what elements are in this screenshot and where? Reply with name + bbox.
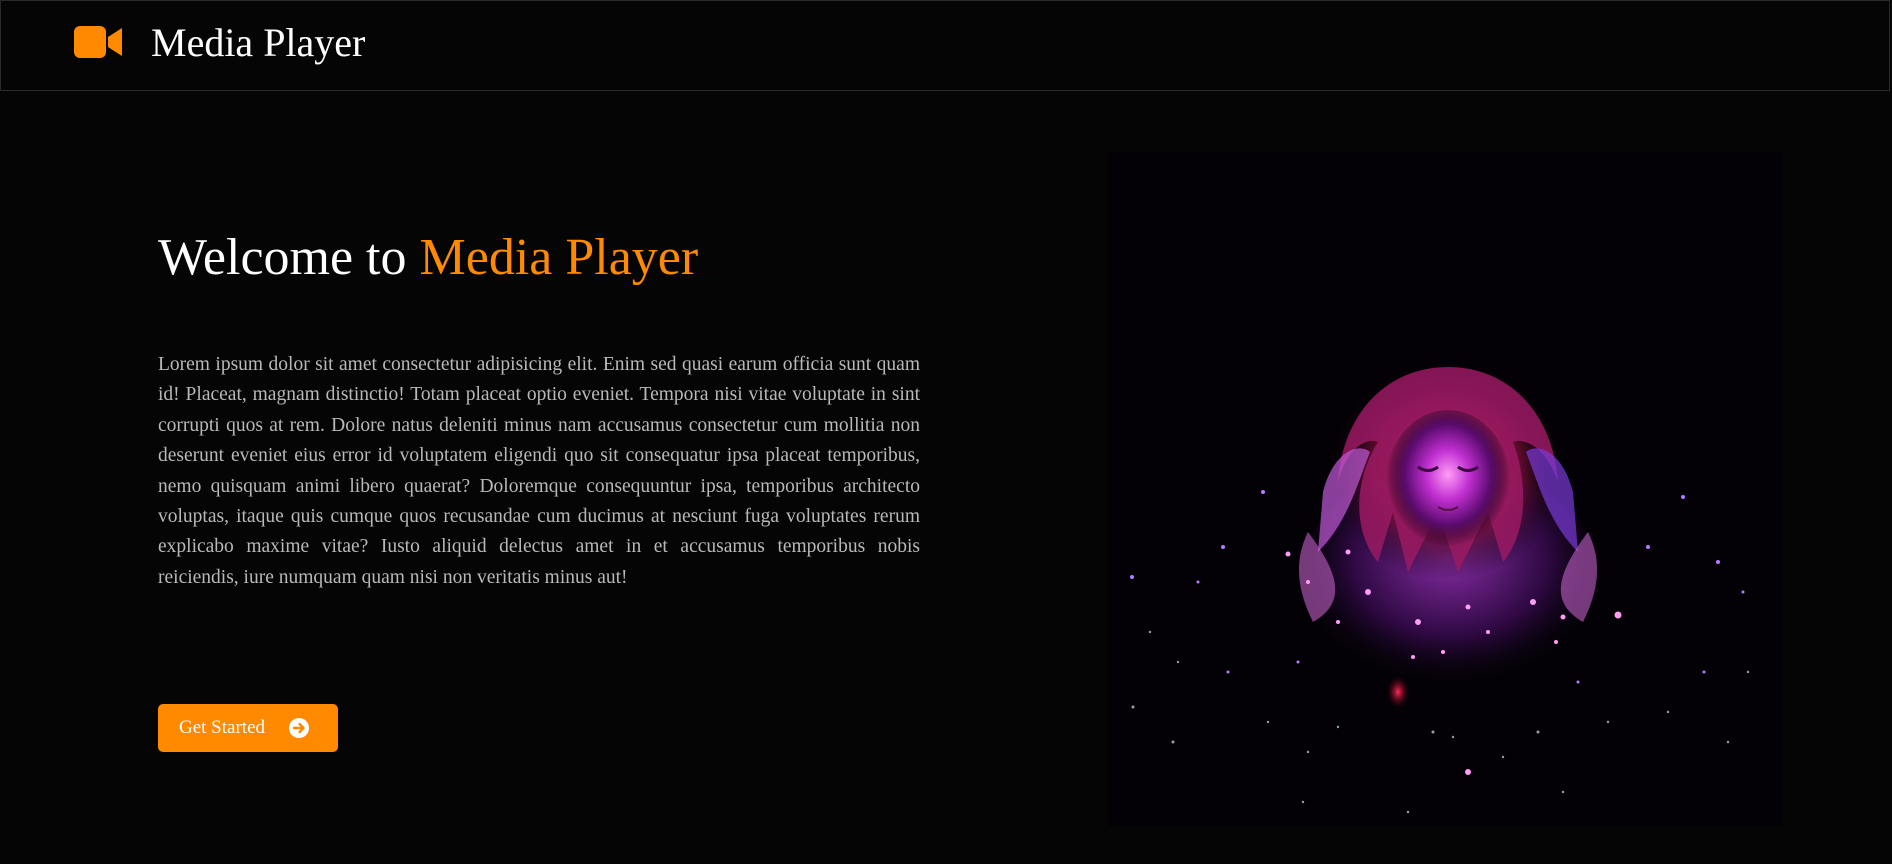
get-started-label: Get Started [179,717,266,738]
get-started-button[interactable]: Get Started [158,704,338,752]
hero-heading-accent: Media Player [419,229,699,286]
hero-heading: Welcome to Media Player [158,226,920,290]
video-camera-icon [74,26,122,58]
app-title: Media Player [151,20,366,65]
hero-text-section: Welcome to Media Player Lorem ipsum dolo… [158,226,920,588]
hero-description: Lorem ipsum dolor sit amet consectetur a… [158,354,920,588]
hero-artwork [1108,152,1782,826]
arrow-circle-right-icon [289,718,310,738]
hero-heading-prefix: Welcome to [158,229,420,286]
anime-girl-sparkles-artwork [1108,152,1782,826]
top-navbar: Media Player [0,0,1890,91]
